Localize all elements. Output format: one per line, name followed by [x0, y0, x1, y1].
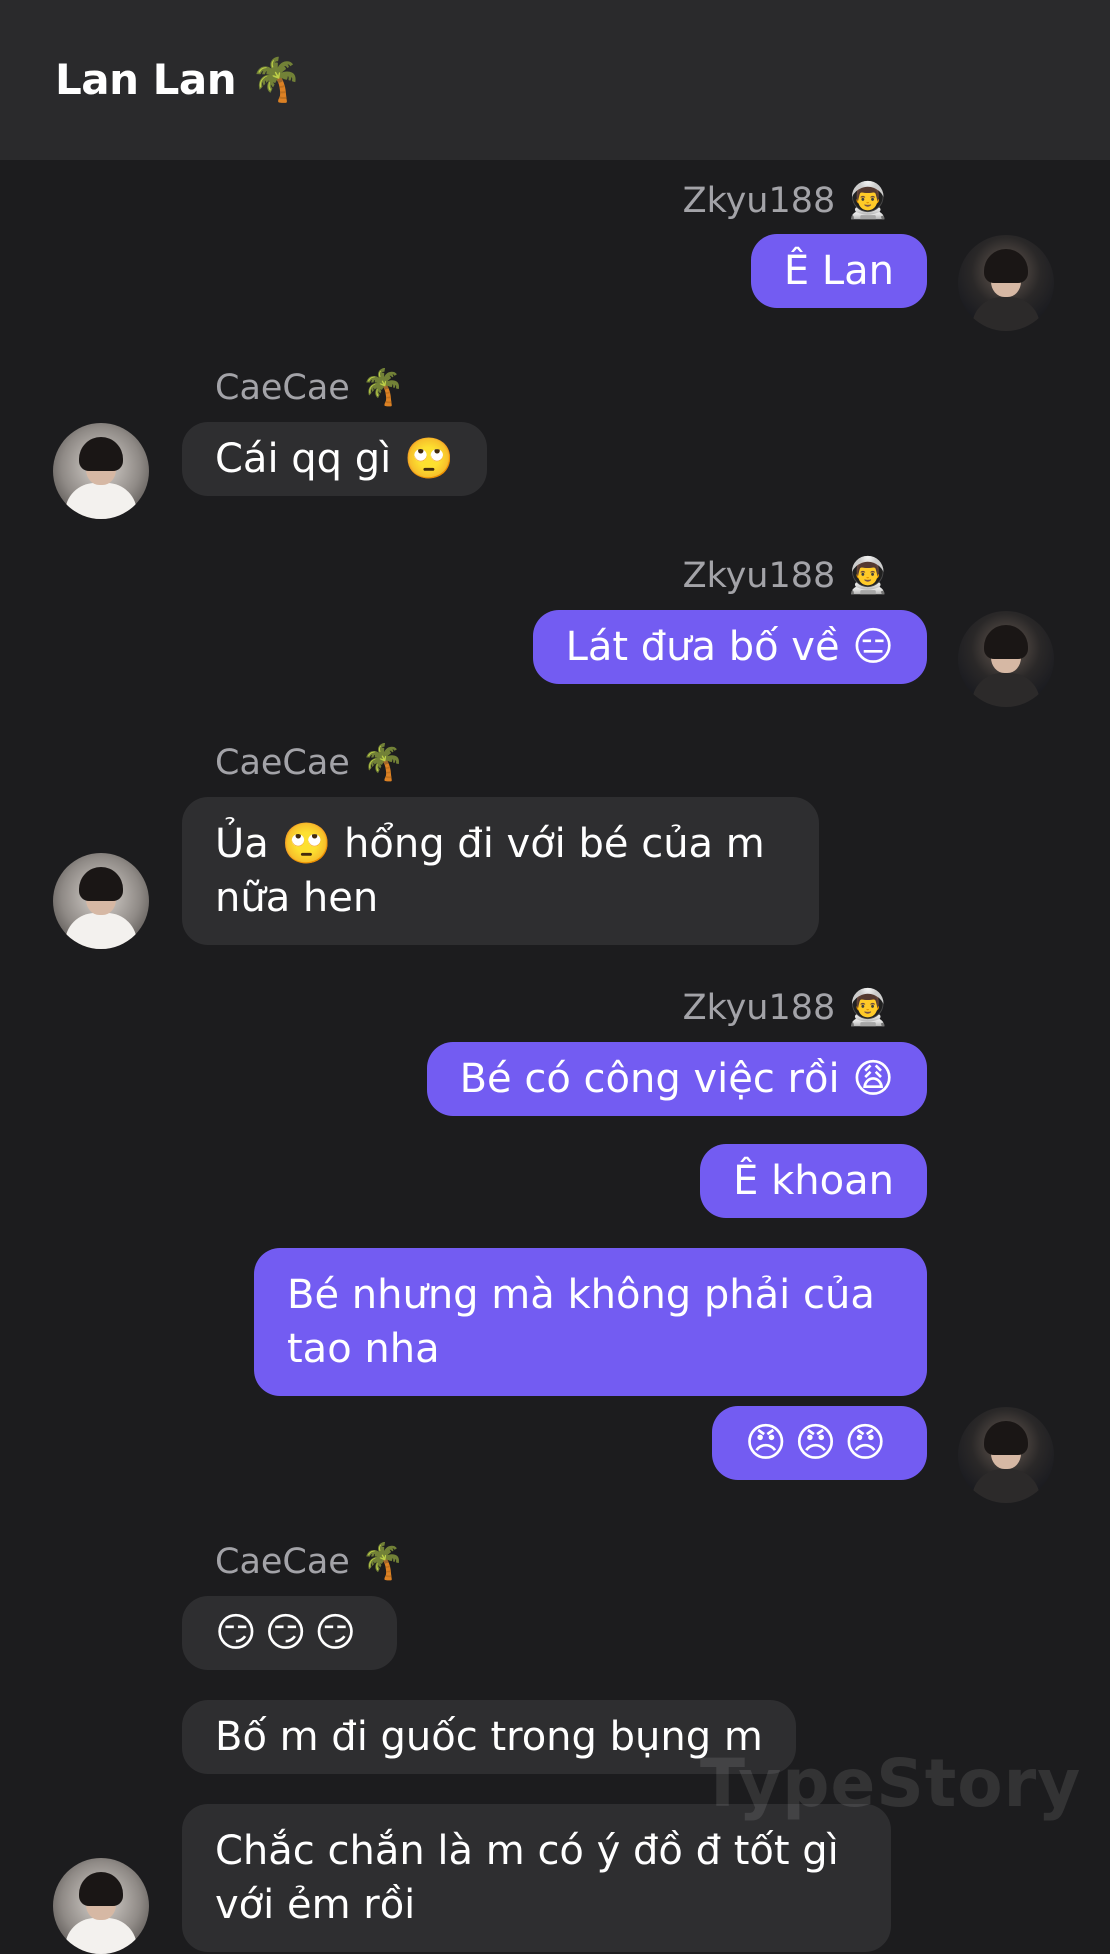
message-bubble-received[interactable]: Cái qq gì 🙄	[182, 422, 487, 496]
watermark-text: TypeStory	[700, 1745, 1082, 1822]
sender-name-them: CaeCae 🌴	[215, 743, 405, 783]
avatar-me[interactable]	[958, 1407, 1054, 1503]
sender-name-me: Zkyu188 👨‍🚀	[682, 556, 890, 596]
avatar-them[interactable]	[53, 423, 149, 519]
message-bubble-sent[interactable]: Bé có công việc rồi 😩	[426, 1042, 927, 1116]
avatar-them[interactable]	[53, 853, 149, 949]
message-bubble-received[interactable]: Chắc chắn là m có ý đồ đ tốt gì với ẻm r…	[182, 1804, 891, 1952]
avatar-me[interactable]	[958, 235, 1054, 331]
message-bubble-received[interactable]: Ủa 🙄 hổng đi với bé của m nữa hen	[182, 797, 819, 945]
message-bubble-sent[interactable]: 😠😠😠	[711, 1406, 927, 1480]
message-bubble-sent[interactable]: Lát đưa bố về 😑	[532, 610, 927, 684]
message-bubble-received[interactable]: 😏😏😏	[182, 1596, 398, 1670]
sender-name-them: CaeCae 🌴	[215, 368, 405, 408]
sender-name-me: Zkyu188 👨‍🚀	[682, 181, 890, 221]
message-bubble-sent[interactable]: Ê khoan	[700, 1144, 927, 1218]
avatar-them[interactable]	[53, 1858, 149, 1954]
message-bubble-sent[interactable]: Bé nhưng mà không phải của tao nha	[254, 1248, 927, 1396]
message-bubble-sent[interactable]: Ê Lan	[750, 234, 927, 308]
chat-header: Lan Lan 🌴	[0, 0, 1110, 160]
chat-title: Lan Lan 🌴	[55, 55, 303, 104]
sender-name-them: CaeCae 🌴	[215, 1542, 405, 1582]
sender-name-me: Zkyu188 👨‍🚀	[682, 988, 890, 1028]
avatar-me[interactable]	[958, 611, 1054, 707]
